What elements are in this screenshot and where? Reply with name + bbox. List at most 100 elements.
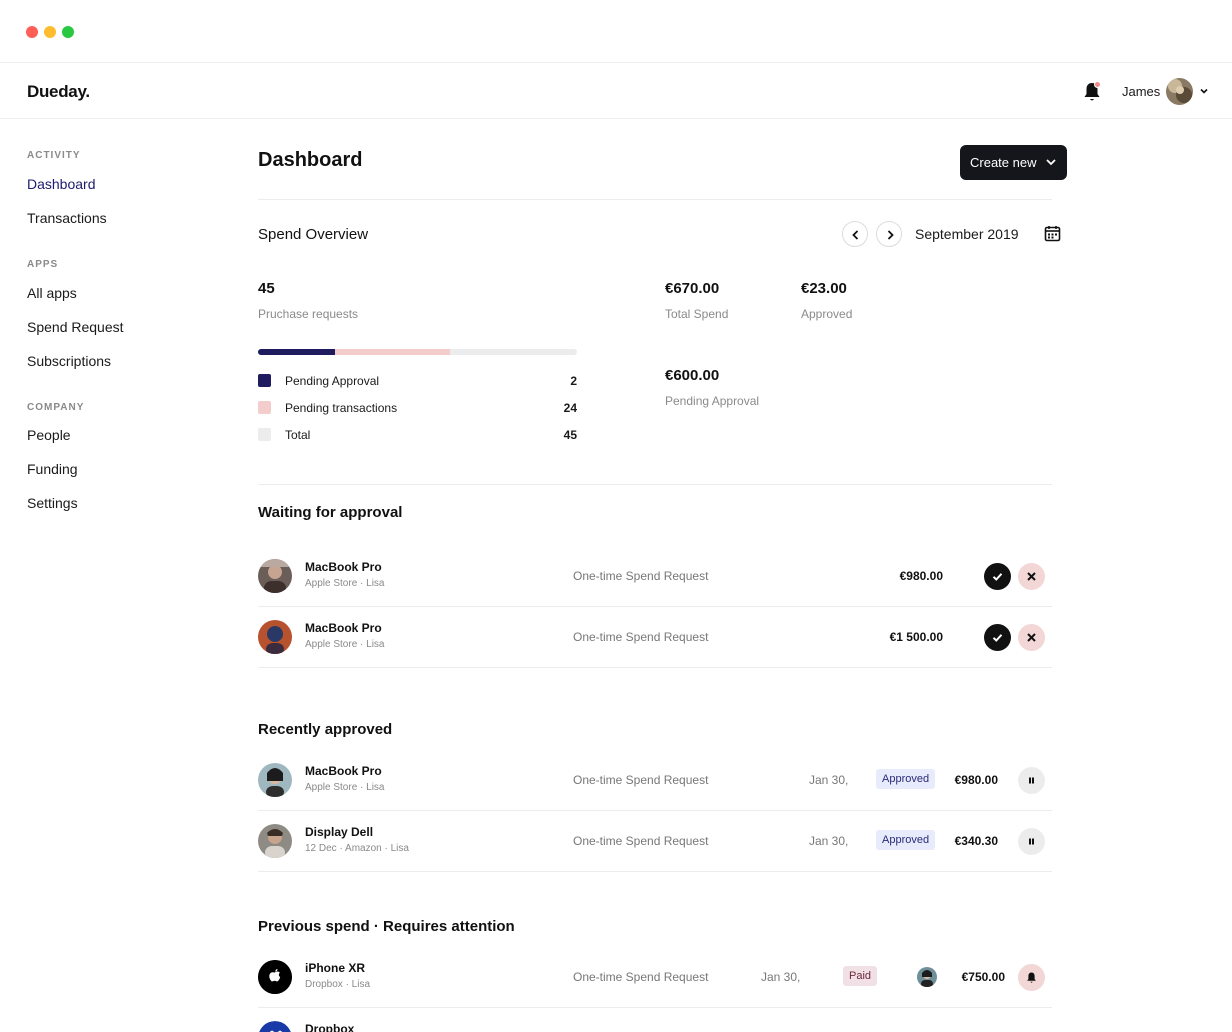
close-icon: [1027, 633, 1036, 642]
table-row[interactable]: iPhone XR Dropbox · Lisa One-time Spend …: [258, 947, 1052, 1008]
amount: €980.00: [954, 773, 998, 787]
avatar: [258, 559, 292, 593]
sidebar-item-dashboard[interactable]: Dashboard: [27, 176, 96, 192]
pause-icon: [1029, 777, 1034, 784]
spend-progress-bar: [258, 349, 577, 355]
calendar-icon[interactable]: [1044, 225, 1061, 242]
pending-approval-value: €600.00: [665, 367, 720, 384]
remind-button[interactable]: [1018, 964, 1045, 991]
item-title: MacBook Pro: [305, 621, 382, 635]
status-badge: Paid: [843, 966, 878, 986]
approve-button[interactable]: [984, 624, 1011, 651]
reject-button[interactable]: [1018, 624, 1045, 651]
check-icon: [992, 573, 1003, 581]
item-title: Display Dell: [305, 825, 374, 839]
pause-icon: [1029, 838, 1034, 845]
request-date: Jan 30,: [809, 773, 849, 787]
close-window-button[interactable]: [26, 26, 38, 38]
sidebar-item-all-apps[interactable]: All apps: [27, 285, 77, 301]
legend-label: Total: [285, 428, 311, 442]
assignee-avatar: [917, 967, 937, 987]
request-type: One-time Spend Request: [573, 970, 709, 984]
request-type: One-time Spend Request: [573, 569, 709, 583]
chevron-right-icon: [887, 230, 894, 240]
item-subtitle: Apple Store · Lisa: [305, 639, 385, 650]
progress-segment-pending-approval: [258, 349, 335, 355]
chevron-left-icon: [852, 230, 859, 240]
request-type: One-time Spend Request: [573, 773, 709, 787]
request-type: One-time Spend Request: [573, 630, 709, 644]
legend-label: Pending transactions: [285, 401, 398, 415]
notification-dot: [1094, 81, 1101, 88]
reject-button[interactable]: [1018, 563, 1045, 590]
top-bar: Dueday. James: [0, 63, 1232, 119]
create-new-label: Create new: [970, 155, 1037, 170]
previous-month-button[interactable]: [842, 221, 868, 247]
approved-label: Approved: [801, 307, 853, 321]
sidebar-item-settings[interactable]: Settings: [27, 495, 78, 511]
item-title: MacBook Pro: [305, 560, 382, 574]
item-subtitle: 12 Dec · Amazon · Lisa: [305, 843, 409, 854]
sidebar-item-people[interactable]: People: [27, 427, 71, 443]
avatar: [258, 763, 292, 797]
amount: €980.00: [899, 569, 943, 583]
sidebar-item-funding[interactable]: Funding: [27, 461, 78, 477]
legend-count: 24: [563, 401, 577, 415]
legend-swatch: [258, 374, 271, 387]
user-avatar[interactable]: [1166, 78, 1193, 105]
table-row[interactable]: MacBook Pro Apple Store · Lisa One-time …: [258, 546, 1052, 607]
total-spend-label: Total Spend: [665, 307, 729, 321]
minimize-window-button[interactable]: [44, 26, 56, 38]
legend-swatch: [258, 401, 271, 414]
legend-count: 2: [570, 374, 577, 388]
check-icon: [992, 634, 1003, 642]
user-name[interactable]: James: [1122, 84, 1160, 99]
sidebar-item-spend-request[interactable]: Spend Request: [27, 319, 124, 335]
waiting-approval-title: Waiting for approval: [258, 504, 403, 521]
item-title: MacBook Pro: [305, 764, 382, 778]
table-row[interactable]: MacBook Pro Apple Store · Lisa One-time …: [258, 607, 1052, 668]
purchase-count: 45: [258, 280, 275, 297]
progress-segment-pending-transactions: [335, 349, 450, 355]
spend-overview-title: Spend Overview: [258, 226, 369, 243]
divider: [258, 199, 1052, 200]
avatar: [258, 824, 292, 858]
next-month-button[interactable]: [876, 221, 902, 247]
amount: €1 500.00: [889, 630, 943, 644]
create-new-button[interactable]: Create new: [960, 145, 1067, 180]
purchase-label: Pruchase requests: [258, 307, 359, 321]
legend-row-pending-approval: Pending Approval 2: [258, 373, 577, 389]
pause-button[interactable]: [1018, 767, 1045, 794]
total-spend-value: €670.00: [665, 280, 720, 297]
amount: €340.30: [954, 834, 998, 848]
bell-icon: [1027, 972, 1036, 983]
chevron-down-icon[interactable]: [1199, 86, 1209, 96]
table-row[interactable]: Dropbox: [258, 1008, 1052, 1032]
sidebar-section-company: COMPANY: [27, 402, 85, 413]
recently-approved-title: Recently approved: [258, 721, 393, 738]
apple-logo-icon: [258, 960, 292, 994]
legend-count: 45: [563, 428, 577, 442]
request-type: One-time Spend Request: [573, 834, 709, 848]
brand-logo[interactable]: Dueday.: [27, 82, 90, 102]
item-subtitle: Apple Store · Lisa: [305, 578, 385, 589]
pending-approval-label: Pending Approval: [665, 394, 760, 408]
table-row[interactable]: Display Dell 12 Dec · Amazon · Lisa One-…: [258, 811, 1052, 872]
legend-label: Pending Approval: [285, 374, 380, 388]
item-subtitle: Dropbox · Lisa: [305, 979, 371, 990]
maximize-window-button[interactable]: [62, 26, 74, 38]
approve-button[interactable]: [984, 563, 1011, 590]
divider: [258, 484, 1052, 485]
close-icon: [1027, 572, 1036, 581]
sidebar-section-apps: APPS: [27, 259, 59, 270]
previous-spend-title: Previous spend · Requires attention: [258, 918, 515, 935]
pause-button[interactable]: [1018, 828, 1045, 855]
amount: €750.00: [961, 970, 1005, 984]
sidebar-item-transactions[interactable]: Transactions: [27, 210, 107, 226]
status-badge: Approved: [876, 769, 936, 789]
item-subtitle: Apple Store · Lisa: [305, 782, 385, 793]
legend-swatch: [258, 428, 271, 441]
sidebar-item-subscriptions[interactable]: Subscriptions: [27, 353, 111, 369]
approved-value: €23.00: [801, 280, 847, 297]
table-row[interactable]: MacBook Pro Apple Store · Lisa One-time …: [258, 750, 1052, 811]
